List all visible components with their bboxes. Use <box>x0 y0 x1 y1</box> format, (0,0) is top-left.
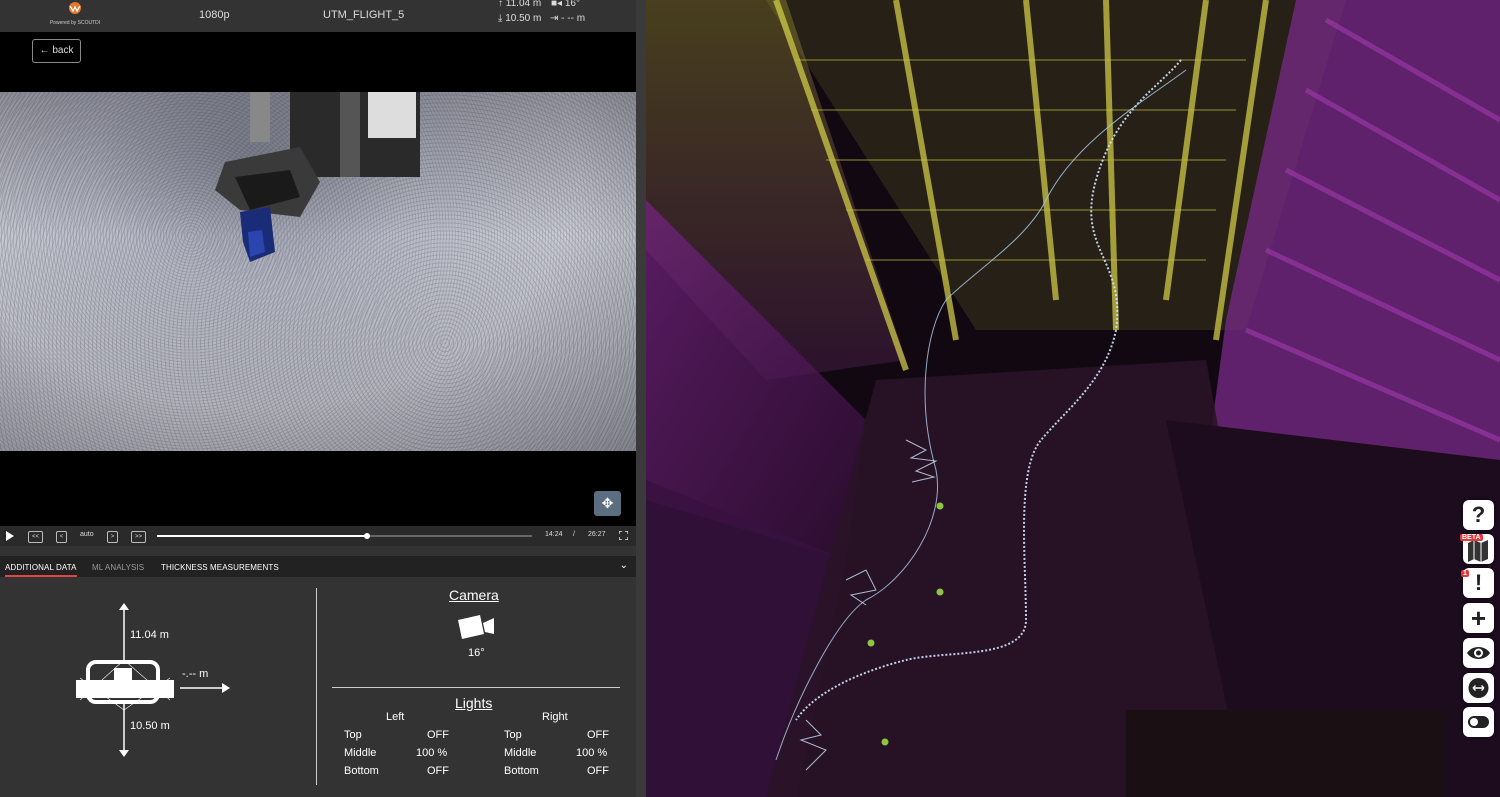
add-button[interactable]: + <box>1463 603 1494 633</box>
light-row-name: Middle <box>344 747 377 759</box>
side-distance: -.-- m <box>182 668 209 680</box>
logo-text: Powered by SCOUTDI <box>49 20 101 26</box>
current-time: 14:24 <box>545 531 563 538</box>
point-cloud-viewer[interactable] <box>646 0 1500 797</box>
eye-icon <box>1467 647 1490 659</box>
light-right-value: OFF <box>587 765 609 777</box>
camera-angle: 16° <box>468 647 485 659</box>
down-distance: 10.50 m <box>130 720 170 732</box>
light-right-value: OFF <box>587 729 609 741</box>
camera-small-icon: ■◂ <box>551 0 563 9</box>
range-side-readout: ⇥ - -- m <box>550 13 586 24</box>
step-forward-button[interactable]: > <box>107 531 118 543</box>
alerts-button[interactable]: ! 1 <box>1461 568 1494 598</box>
measure-button[interactable] <box>1463 673 1494 703</box>
camera-tilt-readout: ■◂ 16° <box>551 0 580 9</box>
rewind-button[interactable]: << <box>28 531 43 543</box>
left-pane: Powered by SCOUTDI 1080p UTM_FLIGHT_5 ↑ … <box>0 0 636 797</box>
time-separator: / <box>573 531 575 538</box>
light-row-name: Bottom <box>504 765 539 777</box>
panel-tabs: ADDITIONAL DATA ML ANALYSIS THICKNESS ME… <box>0 556 636 577</box>
visibility-button[interactable] <box>1463 638 1494 668</box>
help-button[interactable]: ? <box>1463 500 1494 530</box>
player-controls: << < auto > >> 14:24 / 26:27 <box>0 526 636 546</box>
drone-diagram <box>76 603 230 757</box>
toggle-icon <box>1468 716 1489 728</box>
scoutdi-logo: Powered by SCOUTDI <box>44 2 106 30</box>
help-icon: ? <box>1471 502 1486 527</box>
light-row-name: Top <box>344 729 362 741</box>
light-right-value: 100 % <box>576 747 608 759</box>
light-row-name: Bottom <box>344 765 379 777</box>
timeline-knob[interactable] <box>364 533 370 539</box>
chevron-down-icon[interactable]: ⌄ <box>620 560 628 571</box>
plus-icon: + <box>1470 603 1487 633</box>
map-button[interactable]: BETA <box>1460 534 1494 564</box>
step-back-button[interactable]: < <box>56 531 67 543</box>
lights-right-label: Right <box>542 711 568 723</box>
beta-badge: BETA <box>1460 534 1483 541</box>
flight-name: UTM_FLIGHT_5 <box>323 9 405 21</box>
tab-thickness-measurements[interactable]: THICKNESS MEASUREMENTS <box>161 563 279 572</box>
lights-left-label: Left <box>386 711 405 723</box>
fullscreen-icon[interactable] <box>619 531 628 540</box>
tab-ml-analysis[interactable]: ML ANALYSIS <box>92 563 144 572</box>
measure-icon <box>1468 678 1489 698</box>
camera-tilt-value: 16° <box>564 0 580 9</box>
lights-title: Lights <box>455 695 493 711</box>
light-row-name: Middle <box>504 747 537 759</box>
light-left-value: OFF <box>427 765 449 777</box>
play-icon[interactable] <box>6 531 14 541</box>
toggle-button[interactable] <box>1463 707 1494 737</box>
drone-icon <box>76 659 174 711</box>
drone-equipment-image <box>215 92 420 262</box>
point-cloud-render <box>646 0 1500 797</box>
timeline-slider[interactable] <box>157 533 532 539</box>
altitude-down-value: 10.50 m <box>505 13 542 24</box>
speed-selector[interactable]: auto <box>80 531 94 538</box>
top-bar: Powered by SCOUTDI 1080p UTM_FLIGHT_5 ↑ … <box>0 0 636 32</box>
panel-divider <box>316 588 317 785</box>
altitude-down-readout: ⤓ 10.50 m <box>498 13 542 24</box>
fast-forward-button[interactable]: >> <box>131 531 146 543</box>
back-button[interactable]: ← back <box>32 39 81 63</box>
light-row-name: Top <box>504 729 522 741</box>
video-feed[interactable] <box>0 92 636 451</box>
timeline-progress <box>157 535 367 537</box>
alerts-count-badge: 1 <box>1461 570 1469 577</box>
camera-title: Camera <box>449 587 499 603</box>
logo-icon <box>69 2 81 14</box>
pane-divider[interactable] <box>636 0 646 797</box>
light-left-value: 100 % <box>416 747 448 759</box>
up-distance: 11.04 m <box>130 629 169 641</box>
camera-lights-divider <box>332 687 620 688</box>
tab-additional-data[interactable]: ADDITIONAL DATA <box>5 563 77 577</box>
altitude-up-readout: ↑ 11.04 m <box>498 0 542 9</box>
move-icon[interactable]: ✥ <box>594 491 621 516</box>
total-time: 26:27 <box>588 531 606 538</box>
video-camera-icon <box>458 615 494 639</box>
range-side-value: - -- m <box>561 13 586 24</box>
resolution-label: 1080p <box>199 9 230 21</box>
light-left-value: OFF <box>427 729 449 741</box>
altitude-up-value: 11.04 m <box>505 0 542 9</box>
